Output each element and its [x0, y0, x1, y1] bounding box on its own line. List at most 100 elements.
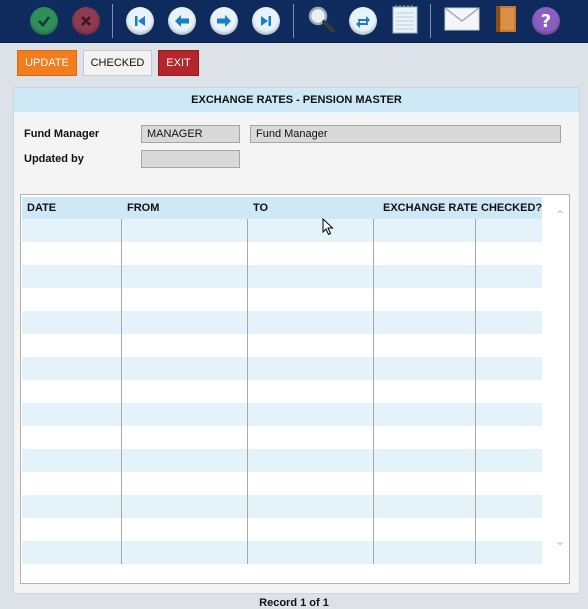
table-cell[interactable]	[122, 495, 248, 518]
table-cell[interactable]	[476, 242, 542, 265]
table-cell[interactable]	[374, 219, 476, 242]
table-cell[interactable]	[476, 219, 542, 242]
table-row[interactable]	[22, 334, 542, 357]
column-header-checked[interactable]: CHECKED?	[476, 197, 542, 219]
table-cell[interactable]	[476, 357, 542, 380]
table-row[interactable]	[22, 449, 542, 472]
table-cell[interactable]	[248, 357, 374, 380]
book-button[interactable]	[490, 5, 522, 37]
mail-button[interactable]	[443, 5, 481, 37]
cancel-button[interactable]	[70, 5, 102, 37]
table-cell[interactable]	[22, 311, 122, 334]
table-cell[interactable]	[476, 426, 542, 449]
table-cell[interactable]	[476, 334, 542, 357]
table-cell[interactable]	[248, 242, 374, 265]
table-cell[interactable]	[122, 426, 248, 449]
table-cell[interactable]	[22, 265, 122, 288]
table-cell[interactable]	[248, 541, 374, 564]
updated-by-field[interactable]	[141, 150, 240, 168]
table-cell[interactable]	[22, 449, 122, 472]
table-cell[interactable]	[374, 311, 476, 334]
table-cell[interactable]	[122, 265, 248, 288]
table-row[interactable]	[22, 380, 542, 403]
exit-button[interactable]: EXIT	[158, 50, 199, 76]
table-cell[interactable]	[248, 518, 374, 541]
table-cell[interactable]	[122, 219, 248, 242]
table-cell[interactable]	[476, 380, 542, 403]
table-cell[interactable]	[476, 311, 542, 334]
table-cell[interactable]	[374, 334, 476, 357]
table-cell[interactable]	[248, 426, 374, 449]
table-cell[interactable]	[476, 518, 542, 541]
table-cell[interactable]	[122, 449, 248, 472]
table-row[interactable]	[22, 242, 542, 265]
table-cell[interactable]	[476, 288, 542, 311]
table-row[interactable]	[22, 518, 542, 541]
table-cell[interactable]	[22, 357, 122, 380]
table-cell[interactable]	[22, 288, 122, 311]
column-header-date[interactable]: DATE	[22, 197, 122, 219]
table-cell[interactable]	[22, 380, 122, 403]
table-cell[interactable]	[122, 311, 248, 334]
table-row[interactable]	[22, 265, 542, 288]
table-cell[interactable]	[22, 242, 122, 265]
table-cell[interactable]	[22, 334, 122, 357]
table-cell[interactable]	[374, 541, 476, 564]
first-record-button[interactable]	[124, 5, 156, 37]
column-header-to[interactable]: TO	[248, 197, 374, 219]
table-cell[interactable]	[374, 403, 476, 426]
table-cell[interactable]	[122, 242, 248, 265]
confirm-button[interactable]	[28, 5, 60, 37]
table-cell[interactable]	[374, 472, 476, 495]
search-button[interactable]	[305, 5, 337, 37]
table-row[interactable]	[22, 288, 542, 311]
last-record-button[interactable]	[250, 5, 282, 37]
table-cell[interactable]	[122, 472, 248, 495]
table-row[interactable]	[22, 403, 542, 426]
refresh-button[interactable]	[347, 5, 379, 37]
table-cell[interactable]	[374, 495, 476, 518]
table-cell[interactable]	[22, 495, 122, 518]
table-cell[interactable]	[122, 403, 248, 426]
table-cell[interactable]	[122, 334, 248, 357]
column-header-from[interactable]: FROM	[122, 197, 248, 219]
table-cell[interactable]	[374, 426, 476, 449]
table-cell[interactable]	[248, 311, 374, 334]
table-row[interactable]	[22, 426, 542, 449]
table-cell[interactable]	[248, 265, 374, 288]
table-row[interactable]	[22, 357, 542, 380]
checked-button[interactable]: CHECKED	[83, 50, 152, 76]
table-row[interactable]	[22, 541, 542, 564]
table-cell[interactable]	[22, 219, 122, 242]
table-row[interactable]	[22, 472, 542, 495]
table-cell[interactable]	[248, 495, 374, 518]
table-cell[interactable]	[476, 403, 542, 426]
table-cell[interactable]	[22, 426, 122, 449]
table-cell[interactable]	[374, 242, 476, 265]
notepad-button[interactable]	[389, 4, 421, 37]
table-cell[interactable]	[248, 288, 374, 311]
table-row[interactable]	[22, 495, 542, 518]
table-cell[interactable]	[22, 518, 122, 541]
table-cell[interactable]	[122, 518, 248, 541]
table-cell[interactable]	[374, 288, 476, 311]
table-row[interactable]	[22, 219, 542, 242]
table-cell[interactable]	[374, 265, 476, 288]
table-cell[interactable]	[22, 403, 122, 426]
previous-record-button[interactable]	[166, 5, 198, 37]
table-cell[interactable]	[22, 472, 122, 495]
table-cell[interactable]	[248, 449, 374, 472]
table-row[interactable]	[22, 311, 542, 334]
table-cell[interactable]	[476, 541, 542, 564]
table-cell[interactable]	[122, 288, 248, 311]
table-cell[interactable]	[374, 357, 476, 380]
table-cell[interactable]	[248, 380, 374, 403]
fund-manager-code-field[interactable]: MANAGER	[141, 125, 240, 143]
update-button[interactable]: UPDATE	[17, 50, 77, 76]
table-cell[interactable]	[248, 403, 374, 426]
fund-manager-name-field[interactable]: Fund Manager	[250, 125, 561, 143]
chevron-up-icon[interactable]: ⌃	[552, 207, 568, 223]
table-cell[interactable]	[22, 541, 122, 564]
table-cell[interactable]	[476, 472, 542, 495]
table-cell[interactable]	[476, 449, 542, 472]
